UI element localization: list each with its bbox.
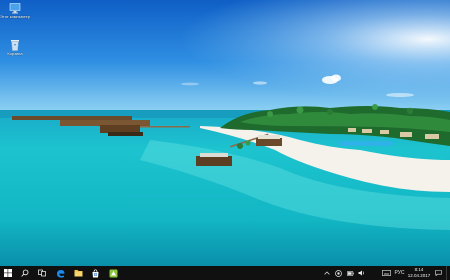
store-icon bbox=[92, 268, 98, 277]
start-button[interactable] bbox=[0, 266, 16, 280]
edge-browser-icon bbox=[56, 269, 64, 278]
wallpaper-maldives-lagoon bbox=[0, 0, 450, 266]
desktop-icon-label: Этот компьютер bbox=[0, 14, 30, 19]
show-desktop-button[interactable] bbox=[446, 266, 450, 280]
chevron-up-icon bbox=[324, 271, 330, 275]
desktop-icon-this-pc[interactable]: Этот компьютер bbox=[0, 3, 30, 19]
action-center-button[interactable] bbox=[432, 266, 444, 280]
keyboard-icon bbox=[381, 270, 391, 276]
search-icon bbox=[21, 269, 29, 277]
desktop-icon-recycle-bin[interactable]: Корзина bbox=[0, 38, 30, 56]
clock-date: 12.04.2017 bbox=[407, 273, 431, 278]
file-explorer-icon bbox=[74, 270, 82, 277]
volume-icon bbox=[358, 270, 364, 276]
action-center-icon bbox=[434, 270, 442, 276]
file-explorer-button[interactable] bbox=[70, 266, 86, 280]
recycle-bin-icon bbox=[11, 40, 19, 51]
edge-browser-button[interactable] bbox=[52, 266, 68, 280]
battery-button[interactable] bbox=[345, 266, 355, 280]
input-language-indicator[interactable]: РУС bbox=[393, 266, 406, 280]
store-button[interactable] bbox=[87, 266, 103, 280]
pinned-app-button[interactable] bbox=[105, 266, 121, 280]
task-view-icon bbox=[38, 269, 46, 277]
desktop-icon-label: Корзина bbox=[7, 51, 23, 56]
this-pc-icon bbox=[9, 3, 21, 14]
app-icon bbox=[109, 269, 117, 277]
sun-glow bbox=[0, 0, 450, 112]
task-view-button[interactable] bbox=[34, 266, 50, 280]
battery-icon bbox=[346, 270, 354, 276]
volume-button[interactable] bbox=[356, 266, 367, 280]
pool bbox=[338, 141, 393, 146]
touch-keyboard-button[interactable] bbox=[380, 266, 392, 280]
network-icon bbox=[335, 269, 342, 277]
clock[interactable]: 8:14 12.04.2017 bbox=[406, 267, 432, 279]
windows-logo-icon bbox=[4, 269, 12, 277]
network-button[interactable] bbox=[333, 266, 344, 280]
taskbar: РУС 8:14 12.04.2017 bbox=[0, 266, 450, 280]
show-hidden-icons-button[interactable] bbox=[322, 266, 332, 280]
desktop[interactable]: Этот компьютер Корзина bbox=[0, 0, 450, 266]
search-button[interactable] bbox=[17, 266, 33, 280]
